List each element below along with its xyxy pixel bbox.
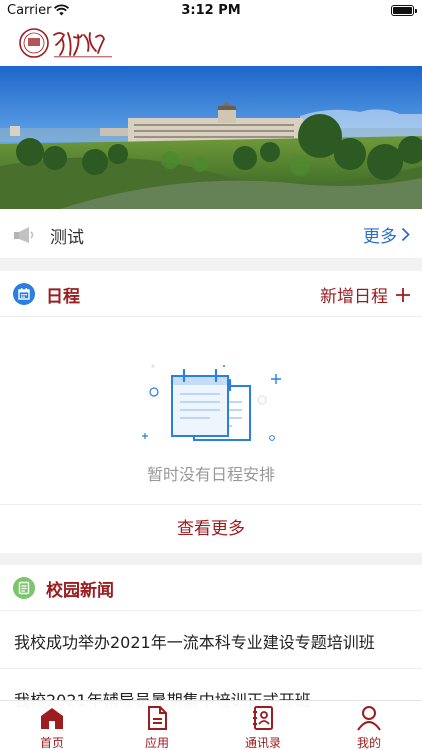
schedule-empty-text: 暂时没有日程安排	[146, 465, 275, 484]
document-icon	[148, 706, 167, 730]
status-bar: Carrier 3:12 PM	[0, 0, 422, 22]
calendar-icon	[13, 283, 35, 305]
tab-apps-label: 应用	[144, 736, 169, 750]
notice-text[interactable]: 测试	[50, 223, 84, 248]
tab-profile[interactable]: 我的	[329, 705, 409, 750]
add-schedule-label: 新增日程	[320, 287, 388, 307]
add-schedule-button[interactable]: 新增日程	[320, 282, 410, 307]
tab-home-label: 首页	[39, 736, 64, 750]
section-divider	[0, 553, 422, 565]
news-item-title: 我校成功举办2021年一流本科专业建设专题培训班	[14, 633, 375, 652]
schedule-title: 日程	[46, 287, 80, 307]
person-icon	[357, 706, 381, 731]
schedule-header: 日程 新增日程	[0, 271, 422, 317]
campus-banner-image[interactable]	[0, 66, 422, 209]
university-seal-logo	[19, 28, 112, 58]
empty-calendar-illustration	[142, 364, 281, 441]
home-icon	[41, 708, 63, 729]
tab-contacts-label: 通讯录	[244, 736, 281, 750]
tab-apps[interactable]: 应用	[117, 705, 197, 750]
bottom-tab-bar: 首页 应用 通讯录 我的	[0, 700, 422, 750]
news-icon	[13, 577, 35, 599]
news-title: 校园新闻	[46, 581, 114, 601]
tab-profile-label: 我的	[356, 736, 381, 750]
notice-bar[interactable]: 测试 更多	[0, 209, 422, 259]
section-divider	[0, 259, 422, 271]
battery-icon	[391, 5, 417, 16]
contacts-book-icon	[253, 706, 273, 730]
app-header	[0, 22, 422, 66]
view-more-button[interactable]: 查看更多	[0, 504, 422, 553]
news-list-item[interactable]: 我校成功举办2021年一流本科专业建设专题培训班	[0, 611, 422, 669]
plus-icon	[396, 287, 410, 302]
more-link[interactable]: 更多	[363, 222, 410, 247]
tab-contacts[interactable]: 通讯录	[223, 705, 303, 750]
more-label: 更多	[363, 227, 397, 247]
chevron-right-icon	[401, 227, 410, 242]
news-header: 校园新闻	[0, 565, 422, 611]
tab-home[interactable]: 首页	[12, 705, 92, 750]
clock: 3:12 PM	[181, 3, 241, 18]
megaphone-icon	[14, 227, 34, 243]
schedule-empty-state: 暂时没有日程安排	[0, 318, 422, 504]
